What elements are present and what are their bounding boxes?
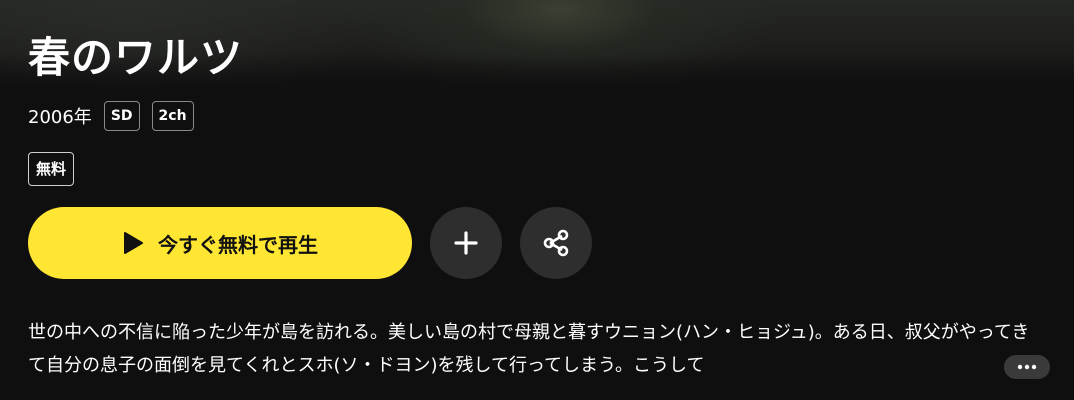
free-badge: 無料 [28, 152, 75, 186]
play-button[interactable]: 今すぐ無料で再生 [28, 207, 412, 279]
add-to-list-button[interactable] [430, 207, 502, 279]
play-button-label: 今すぐ無料で再生 [158, 232, 318, 257]
more-dots-icon [1017, 364, 1037, 370]
page-title: 春のワルツ [28, 33, 244, 82]
meta-row: 2006年 SD 2ch [28, 101, 194, 131]
share-icon [543, 229, 569, 257]
plus-icon [454, 231, 478, 255]
audio-badge: 2ch [151, 101, 194, 131]
synopsis-fade [900, 349, 1020, 382]
play-icon [124, 232, 143, 254]
quality-badge: SD [103, 101, 140, 131]
expand-synopsis-button[interactable] [1004, 355, 1050, 379]
synopsis-text: 世の中への不信に陥った少年が島を訪れる。美しい島の村で母親と暮すウニョン(ハン・… [28, 322, 1030, 376]
release-year: 2006年 [28, 107, 92, 128]
share-button[interactable] [520, 207, 592, 279]
